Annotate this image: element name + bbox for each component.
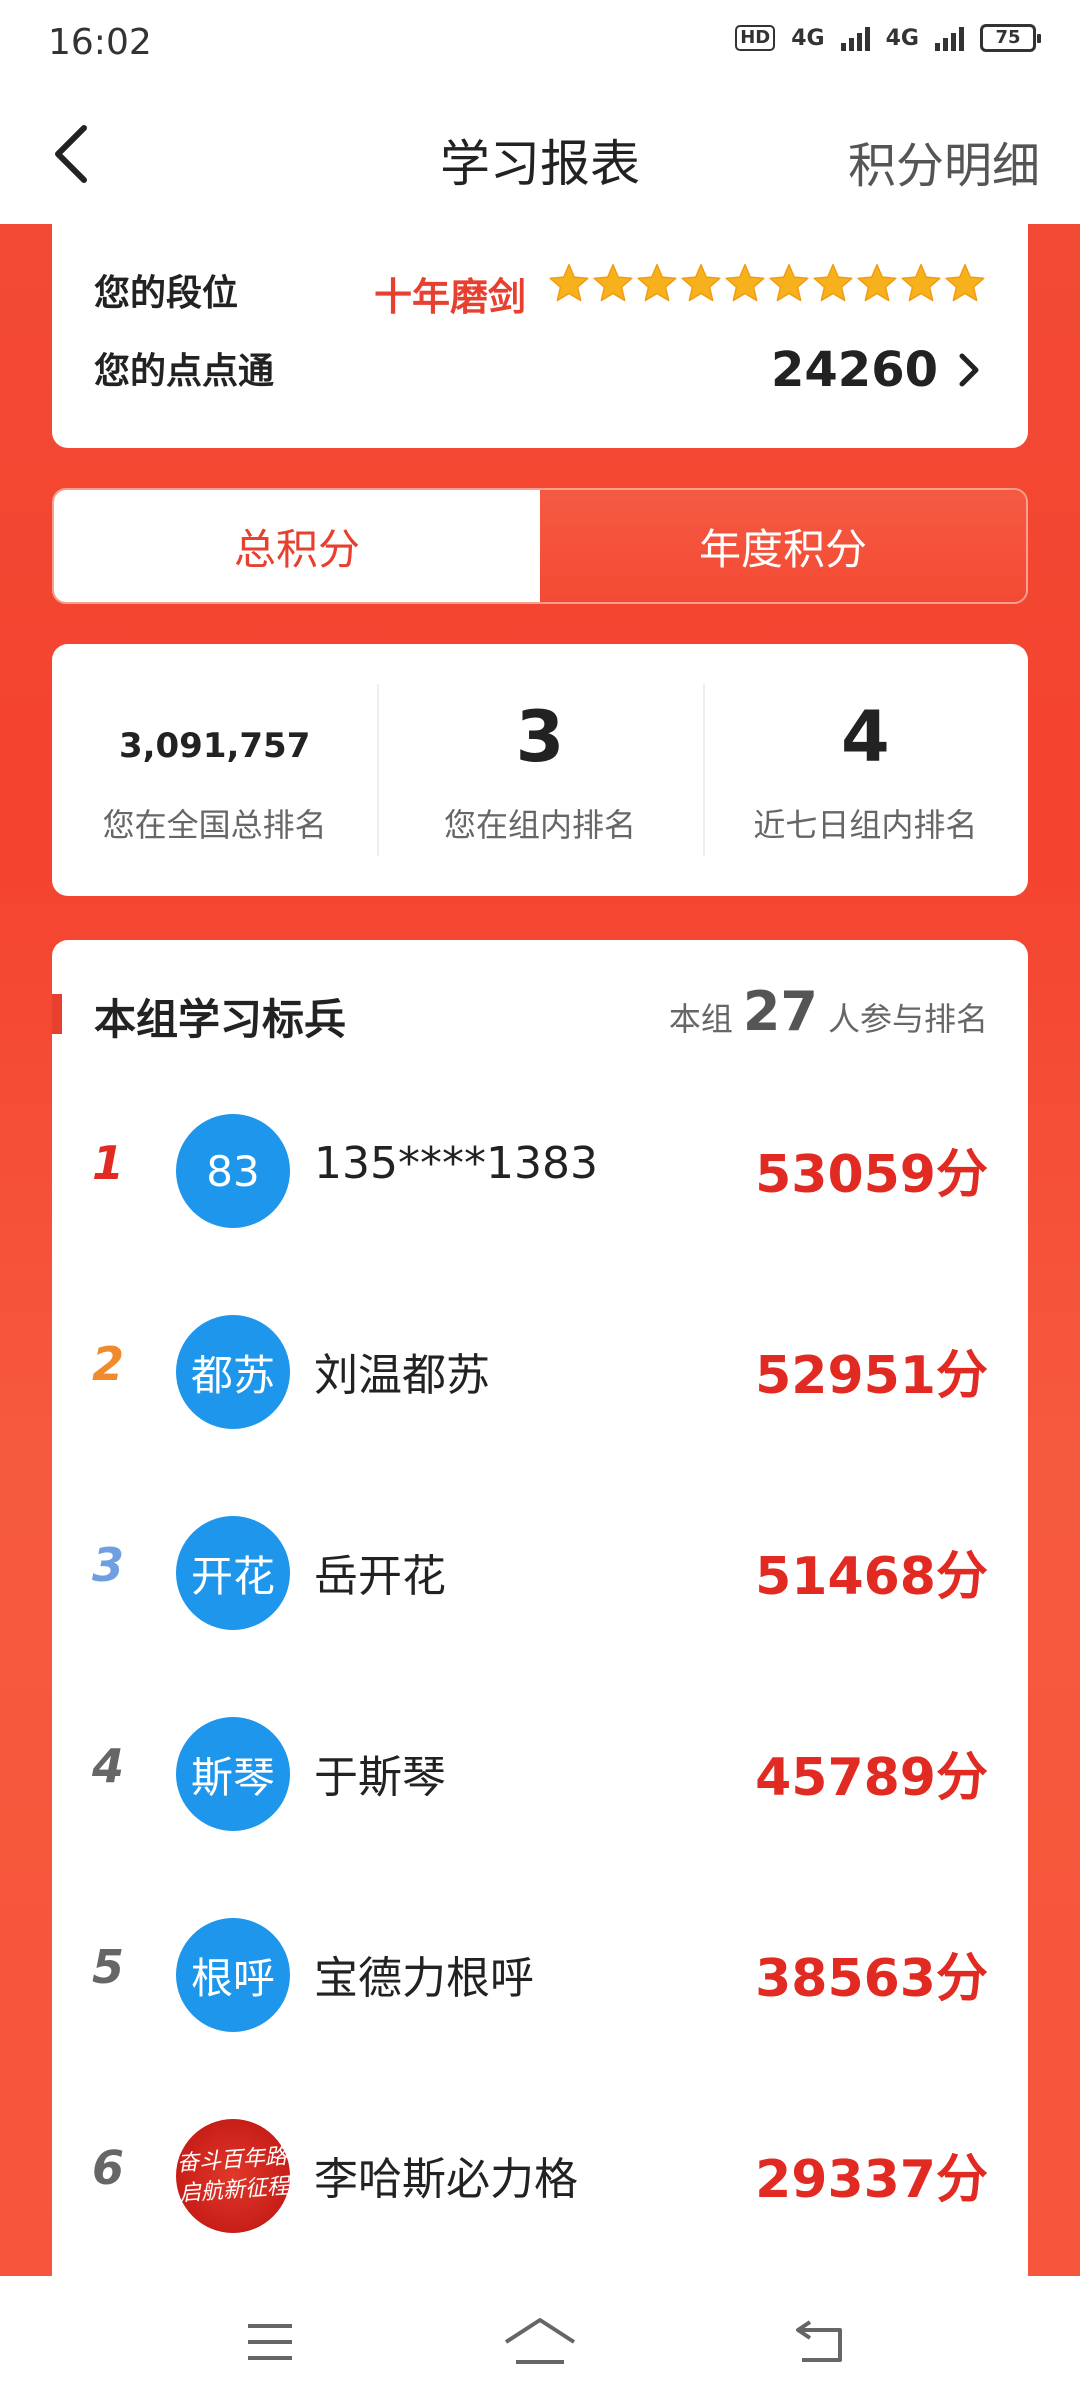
- avatar-slogan: 奋斗百年路 启航新征程: [176, 2142, 290, 2210]
- avatar: 开花: [176, 1516, 290, 1630]
- tab-annual-points[interactable]: 年度积分: [540, 490, 1026, 602]
- points-detail-link[interactable]: 积分明细: [848, 126, 1040, 196]
- leaderboard-row[interactable]: 6 奋斗百年路 启航新征程 李哈斯必力格 29337分: [52, 2075, 1028, 2275]
- leaderboard-row[interactable]: 1 83 135****1383 53059分: [52, 1070, 1028, 1270]
- network-4g-label: 4G: [791, 25, 825, 51]
- star-icon: [857, 263, 897, 302]
- member-name: 135****1383: [314, 1138, 598, 1189]
- battery-icon: 75: [980, 24, 1041, 52]
- leaderboard-row[interactable]: 4 斯琴 于斯琴 45789分: [52, 1673, 1028, 1873]
- stat-label: 近七日组内排名: [753, 806, 978, 844]
- rank-number: 1: [92, 1136, 125, 1190]
- points-label: 您的点点通: [94, 351, 275, 392]
- rank-number: 3: [92, 1538, 125, 1592]
- stat-label: 您在组内排名: [443, 806, 636, 844]
- status-icons: HD 4G 4G 75: [735, 24, 1041, 52]
- signal-icon: [840, 25, 870, 51]
- avatar: 根呼: [176, 1918, 290, 2032]
- leaderboard-title: 本组学习标兵: [94, 995, 347, 1044]
- member-score: 51468分: [755, 1547, 988, 1607]
- leaderboard-card: 本组学习标兵 本组 27 人参与排名 1 83 135****1383 5305…: [52, 940, 1028, 2276]
- leaderboard-row[interactable]: 3 开花 岳开花 51468分: [52, 1472, 1028, 1672]
- star-icon: [549, 263, 589, 302]
- star-icon: [593, 263, 633, 302]
- status-time: 16:02: [48, 22, 152, 63]
- network-4g-label-2: 4G: [885, 25, 919, 51]
- leaderboard-row[interactable]: 2 都苏 刘温都苏 52951分: [52, 1271, 1028, 1471]
- stat-group-rank: 3 您在组内排名: [377, 644, 702, 896]
- star-icon: [725, 263, 765, 302]
- star-icon: [637, 263, 677, 302]
- member-score: 53059分: [755, 1145, 988, 1205]
- star-icon: [681, 263, 721, 302]
- stat-label: 您在全国总排名: [102, 806, 327, 844]
- level-label: 您的段位: [94, 273, 239, 314]
- stat-value: 3: [515, 696, 565, 778]
- ranking-stats-card: 3,091,757 您在全国总排名 3 您在组内排名 4 近七日组内排名: [52, 644, 1028, 896]
- avatar: 都苏: [176, 1315, 290, 1429]
- participant-suffix: 人参与排名: [827, 1000, 988, 1038]
- member-score: 38563分: [755, 1949, 988, 2009]
- participant-count: 本组 27 人参与排名: [669, 980, 988, 1043]
- leaderboard-row[interactable]: 5 根呼 宝德力根呼 38563分: [52, 1874, 1028, 2074]
- system-nav-bar: [0, 2276, 1080, 2408]
- points-value[interactable]: 24260: [771, 342, 938, 398]
- score-tabs: 总积分 年度积分: [52, 488, 1028, 604]
- member-name: 宝德力根呼: [314, 1953, 534, 2004]
- rank-card: 您的段位 十年磨剑 您的点点通 24260: [52, 224, 1028, 448]
- status-bar: 16:02 HD 4G 4G 75: [0, 0, 1080, 84]
- member-name: 岳开花: [314, 1551, 446, 1602]
- title-accent-bar: [52, 994, 62, 1034]
- stat-national-rank: 3,091,757 您在全国总排名: [52, 644, 377, 896]
- participant-number: 27: [742, 980, 818, 1043]
- rank-number: 6: [92, 2141, 125, 2195]
- back-nav-icon[interactable]: [790, 2316, 850, 2368]
- member-score: 52951分: [755, 1346, 988, 1406]
- star-icon: [901, 263, 941, 302]
- tab-total-points[interactable]: 总积分: [54, 490, 540, 602]
- avatar-slogan-line: 启航新征程: [178, 2174, 290, 2207]
- member-name: 于斯琴: [314, 1752, 446, 1803]
- star-icon: [945, 263, 985, 302]
- rank-number: 5: [92, 1940, 125, 1994]
- chevron-right-icon[interactable]: [956, 350, 982, 390]
- star-icon: [813, 263, 853, 302]
- stat-value: 3,091,757: [118, 726, 311, 766]
- level-name: 十年磨剑: [374, 275, 527, 319]
- signal-icon-2: [935, 25, 964, 51]
- avatar: 83: [176, 1114, 290, 1228]
- participant-prefix: 本组: [668, 1000, 733, 1038]
- rank-number: 4: [92, 1739, 125, 1793]
- avatar-image: 奋斗百年路 启航新征程: [176, 2119, 290, 2233]
- stat-week-group-rank: 4 近七日组内排名: [702, 644, 1028, 896]
- hd-icon: HD: [735, 25, 776, 51]
- home-icon[interactable]: [500, 2316, 580, 2368]
- rank-number: 2: [92, 1337, 125, 1391]
- member-name: 李哈斯必力格: [314, 2154, 578, 2205]
- menu-icon[interactable]: [240, 2316, 300, 2368]
- stat-value: 4: [840, 696, 890, 778]
- member-score: 29337分: [755, 2150, 988, 2210]
- nav-header: 学习报表 积分明细: [0, 84, 1080, 224]
- member-name: 刘温都苏: [314, 1350, 490, 1401]
- level-stars: [548, 262, 986, 304]
- member-score: 45789分: [755, 1748, 988, 1808]
- avatar: 斯琴: [176, 1717, 290, 1831]
- star-icon: [769, 263, 809, 302]
